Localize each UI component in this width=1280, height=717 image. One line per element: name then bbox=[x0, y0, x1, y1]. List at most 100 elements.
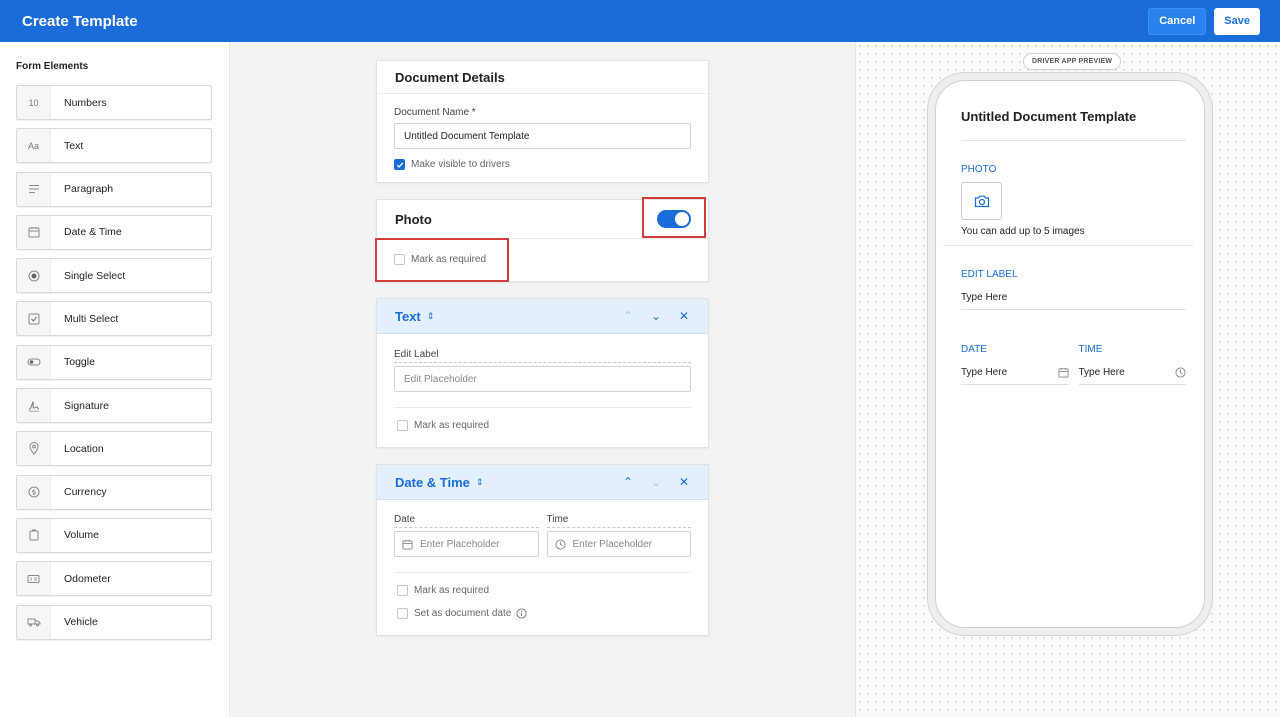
radio-icon bbox=[17, 259, 51, 293]
preview-photo-button[interactable] bbox=[961, 182, 1002, 220]
document-date-label: Set as document date bbox=[414, 608, 512, 619]
toggle-icon bbox=[17, 345, 51, 379]
make-visible-row[interactable]: Make visible to drivers bbox=[394, 159, 691, 170]
preview-date-input[interactable]: Type Here bbox=[961, 367, 1069, 385]
element-label: Currency bbox=[64, 486, 107, 499]
time-placeholder-text: Enter Placeholder bbox=[572, 538, 653, 550]
move-up-icon[interactable]: ⌃ bbox=[622, 475, 634, 489]
element-label: Volume bbox=[64, 529, 100, 542]
element-multi-select[interactable]: Multi Select bbox=[16, 301, 212, 337]
driver-app-preview-panel: DRIVER APP PREVIEW Untitled Document Tem… bbox=[855, 42, 1280, 717]
calendar-icon bbox=[402, 539, 413, 550]
close-icon[interactable]: ✕ bbox=[678, 309, 690, 323]
top-bar: Create Template Cancel Save bbox=[0, 0, 1280, 42]
element-signature[interactable]: Signature bbox=[16, 388, 212, 424]
element-label: Multi Select bbox=[64, 312, 119, 325]
element-label: Single Select bbox=[64, 269, 126, 282]
text-required-row[interactable]: Mark as required bbox=[394, 420, 691, 431]
form-elements-sidebar: Form Elements 10 Numbers Aa Text Paragra… bbox=[0, 42, 230, 717]
calendar-icon bbox=[1057, 367, 1069, 378]
preview-time-section: TIME bbox=[1078, 344, 1103, 355]
phone-frame: Untitled Document Template PHOTO You can… bbox=[935, 80, 1205, 628]
text-field-card: Text ⇕ ⌃ ⌄ ✕ Edit Label Edit Placeholder… bbox=[376, 298, 709, 448]
move-down-icon[interactable]: ⌄ bbox=[650, 309, 662, 323]
numbers-icon: 10 bbox=[17, 86, 51, 119]
element-odometer[interactable]: Odometer bbox=[16, 561, 212, 597]
element-label: Signature bbox=[64, 399, 109, 412]
truck-icon bbox=[17, 605, 51, 639]
text-card-heading: Text bbox=[395, 308, 421, 324]
date-required-checkbox[interactable] bbox=[397, 585, 408, 596]
text-edit-label[interactable]: Edit Label bbox=[394, 349, 691, 363]
element-text[interactable]: Aa Text bbox=[16, 128, 212, 164]
calendar-icon bbox=[17, 215, 51, 249]
preview-edit-label-section: EDIT LABEL bbox=[961, 269, 1018, 280]
move-up-icon[interactable]: ⌃ bbox=[622, 309, 634, 323]
preview-date-section: DATE bbox=[961, 344, 987, 355]
document-date-checkbox[interactable] bbox=[397, 608, 408, 619]
volume-icon bbox=[17, 518, 51, 552]
save-button[interactable]: Save bbox=[1214, 7, 1260, 35]
builder-canvas: Document Details Document Name * Untitle… bbox=[231, 42, 855, 717]
text-required-label: Mark as required bbox=[414, 420, 490, 431]
element-toggle[interactable]: Toggle bbox=[16, 344, 212, 380]
text-icon: Aa bbox=[17, 129, 51, 163]
sort-icon[interactable]: ⇕ bbox=[476, 477, 484, 488]
element-label: Date & Time bbox=[64, 226, 122, 239]
checkbox-icon bbox=[17, 302, 51, 336]
page-title: Create Template bbox=[22, 12, 138, 30]
preview-date-value: Type Here bbox=[961, 367, 1008, 378]
element-numbers[interactable]: 10 Numbers bbox=[16, 85, 212, 120]
odometer-icon bbox=[17, 562, 51, 596]
time-placeholder-input[interactable]: Enter Placeholder bbox=[546, 531, 691, 557]
signature-icon bbox=[17, 389, 51, 423]
date-required-label: Mark as required bbox=[414, 585, 490, 596]
element-single-select[interactable]: Single Select bbox=[16, 258, 212, 294]
camera-icon bbox=[974, 195, 989, 207]
element-label: Odometer bbox=[64, 572, 111, 585]
preview-edit-label-input[interactable]: Type Here bbox=[961, 292, 1186, 310]
time-label[interactable]: Time bbox=[546, 514, 691, 528]
text-required-checkbox[interactable] bbox=[397, 420, 408, 431]
toggle-highlight-box bbox=[642, 197, 706, 238]
date-time-card: Date & Time ⇕ ⌃ ⌄ ✕ Date Enter Placehold… bbox=[376, 464, 709, 636]
element-label: Numbers bbox=[64, 96, 107, 109]
document-date-row[interactable]: Set as document date bbox=[394, 608, 691, 619]
date-placeholder-input[interactable]: Enter Placeholder bbox=[394, 531, 539, 557]
sort-icon[interactable]: ⇕ bbox=[427, 311, 435, 322]
dollar-icon: $ bbox=[17, 475, 51, 509]
element-paragraph[interactable]: Paragraph bbox=[16, 171, 212, 207]
document-name-label: Document Name * bbox=[394, 107, 476, 118]
text-placeholder-input[interactable]: Edit Placeholder bbox=[394, 366, 691, 392]
info-icon[interactable] bbox=[516, 608, 527, 619]
date-time-card-heading: Date & Time bbox=[395, 474, 470, 490]
preview-time-value: Type Here bbox=[1078, 367, 1125, 378]
location-pin-icon bbox=[17, 432, 51, 466]
preview-time-input[interactable]: Type Here bbox=[1078, 367, 1186, 385]
paragraph-icon bbox=[17, 172, 51, 206]
close-icon[interactable]: ✕ bbox=[678, 475, 690, 489]
checkmark-icon bbox=[396, 162, 403, 168]
form-elements-list: 10 Numbers Aa Text Paragraph Date & Time… bbox=[16, 85, 212, 648]
element-location[interactable]: Location bbox=[16, 431, 212, 467]
element-label: Location bbox=[64, 442, 104, 455]
preview-photo-section: PHOTO bbox=[961, 164, 997, 175]
make-visible-checkbox[interactable] bbox=[394, 159, 405, 170]
element-vehicle[interactable]: Vehicle bbox=[16, 604, 212, 640]
svg-text:$: $ bbox=[31, 489, 35, 497]
date-time-card-header: Date & Time ⇕ ⌃ ⌄ ✕ bbox=[377, 465, 708, 500]
divider bbox=[394, 407, 691, 408]
document-name-input[interactable]: Untitled Document Template bbox=[394, 123, 691, 149]
element-label: Vehicle bbox=[64, 616, 98, 629]
preview-title: Untitled Document Template bbox=[961, 109, 1186, 141]
element-currency[interactable]: $ Currency bbox=[16, 474, 212, 510]
text-card-tools: ⌃ ⌄ ✕ bbox=[622, 309, 690, 323]
element-volume[interactable]: Volume bbox=[16, 517, 212, 553]
text-card-header: Text ⇕ ⌃ ⌄ ✕ bbox=[377, 299, 708, 334]
move-down-icon[interactable]: ⌄ bbox=[650, 475, 662, 489]
element-date-time[interactable]: Date & Time bbox=[16, 214, 212, 250]
header-actions: Cancel Save bbox=[1148, 7, 1260, 35]
cancel-button[interactable]: Cancel bbox=[1148, 7, 1207, 35]
date-required-row[interactable]: Mark as required bbox=[394, 585, 691, 596]
date-label[interactable]: Date bbox=[394, 514, 539, 528]
